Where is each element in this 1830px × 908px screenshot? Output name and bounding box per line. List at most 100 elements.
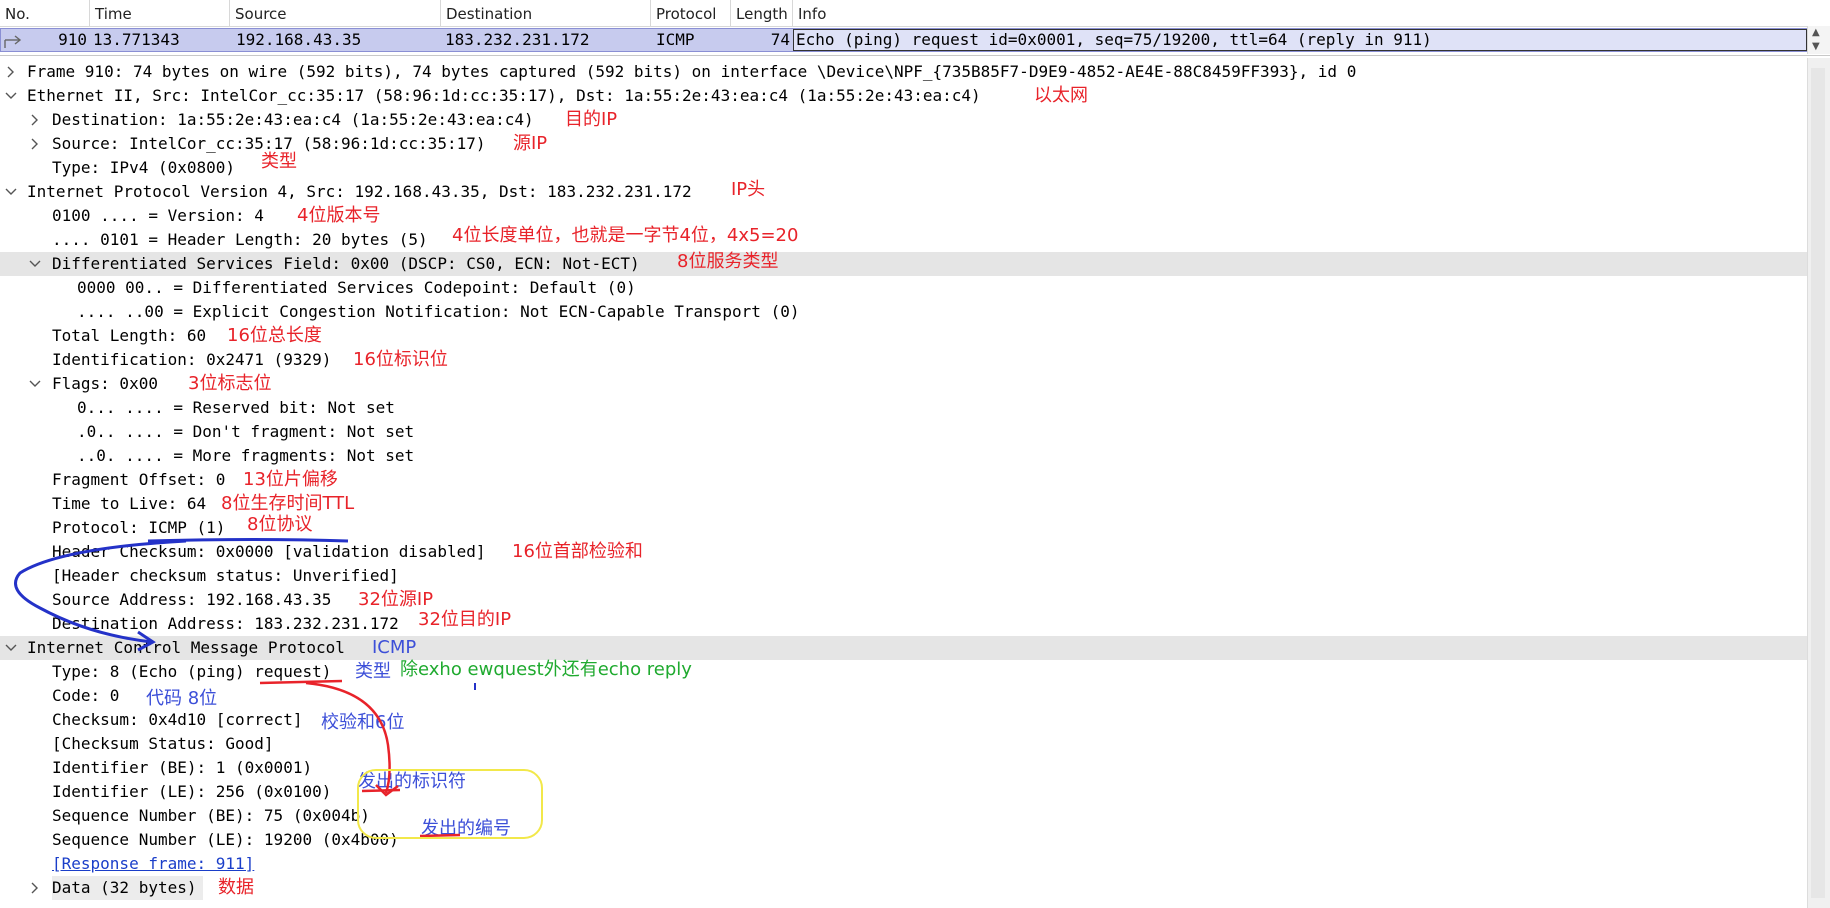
tree-item-icmp-id-be[interactable]: Identifier (BE): 1 (0x0001) 发出的标识符 [0,756,1808,792]
tree-item-ip-flags[interactable]: Flags: 0x00 3位标志位 [0,372,1808,396]
annotation-ip-proto: 8位协议 [247,514,313,535]
tree-item-ip-proto[interactable]: Protocol: ICMP (1) 8位协议 [0,514,1808,540]
annotation-icmp: ICMP [372,637,417,658]
packet-time: 13.771343 [93,30,180,49]
tree-label: Identification: 0x2471 (9329) [52,350,332,369]
tree-label: Source Address: 192.168.43.35 [52,590,332,609]
packet-info: Echo (ping) request id=0x0001, seq=75/19… [793,29,1807,51]
tree-label: .... 0101 = Header Length: 20 bytes (5) [52,230,428,249]
tree-item-icmp-checksum[interactable]: Checksum: 0x4d10 [correct] 校验和6位 [0,708,1808,733]
annotation-ipv4: IP头 [731,179,766,200]
annotation-eth-dst: 目的IP [565,109,618,130]
packet-details-tree: Frame 910: 74 bytes on wire (592 bits), … [0,58,1808,908]
tree-item-ethernet[interactable]: Ethernet II, Src: IntelCor_cc:35:17 (58:… [0,84,1808,108]
tree-label: Identifier (LE): 256 (0x0100) [52,782,332,801]
tree-item-ip-total-len[interactable]: Total Length: 60 16位总长度 [0,324,1808,348]
annotation-ethernet: 以太网 [1034,85,1088,106]
tree-item-ip-dscp[interactable]: 0000 00.. = Differentiated Services Code… [0,276,1808,300]
tree-item-icmp-id-le[interactable]: Identifier (LE): 256 (0x0100) [0,780,1808,804]
tree-label: Fragment Offset: 0 [52,470,226,489]
tree-label: Header Checksum: 0x0000 [validation disa… [52,542,486,561]
annotation-ip-dsfield: 8位服务类型 [677,251,779,272]
tree-label: 0... .... = Reserved bit: Not set [77,398,395,417]
packet-list-header: No. Time Source Destination Protocol Len… [0,0,1830,27]
tree-item-frame[interactable]: Frame 910: 74 bytes on wire (592 bits), … [0,60,1808,84]
tree-item-ip-flag-rb[interactable]: 0... .... = Reserved bit: Not set [0,396,1808,420]
tree-label: Type: IPv4 (0x0800) [52,158,236,177]
tree-item-eth-dst[interactable]: Destination: 1a:55:2e:43:ea:c4 (1a:55:2e… [0,108,1808,132]
tree-label: Differentiated Services Field: 0x00 (DSC… [52,254,640,273]
col-header-info[interactable]: Info [793,0,1808,26]
packet-no: 910 [58,30,87,49]
expand-arrow-icon[interactable] [28,881,42,895]
tree-label: Identifier (BE): 1 (0x0001) [52,758,313,777]
tree-item-ip-hlen[interactable]: .... 0101 = Header Length: 20 bytes (5) … [0,225,1808,252]
expand-arrow-icon[interactable] [4,65,18,79]
tree-label: .... ..00 = Explicit Congestion Notifica… [77,302,800,321]
tree-label: Destination Address: 183.232.231.172 [52,614,399,633]
annotation-ip-checksum: 16位首部检验和 [512,541,643,562]
col-header-destination[interactable]: Destination [441,0,651,26]
tree-item-ip-checksum-status[interactable]: [Header checksum status: Unverified] [0,564,1808,588]
details-scrollbar[interactable] [1807,58,1830,908]
annotation-eth-type: 类型 [261,151,297,172]
response-frame-link[interactable]: [Response frame: 911] [52,852,254,876]
tree-item-icmp-type[interactable]: Type: 8 (Echo (ping) request) 类型 除exho e… [0,659,1808,684]
collapse-arrow-icon[interactable] [28,377,42,391]
annotation-ip-flags: 3位标志位 [188,373,272,394]
tree-label: 0000 00.. = Differentiated Services Code… [77,278,636,297]
collapse-arrow-icon[interactable] [28,257,42,271]
tree-item-icmp-checksum-status[interactable]: [Checksum Status: Good] [0,732,1808,756]
tree-label: ..0. .... = More fragments: Not set [77,446,415,465]
tree-item-ipv4[interactable]: Internet Protocol Version 4, Src: 192.16… [0,179,1808,204]
tree-item-ip-frag[interactable]: Fragment Offset: 0 13位片偏移 [0,468,1808,492]
tree-item-icmp-response[interactable]: [Response frame: 911] [0,852,1808,876]
annotation-eth-src: 源IP [513,133,548,154]
annotation-ip-dst: 32位目的IP [418,609,512,630]
annotation-icmp-type-note: 除exho ewquest外还有echo reply [400,659,692,680]
tree-item-ip-version[interactable]: 0100 .... = Version: 4 4位版本号 [0,204,1808,228]
tree-label: Flags: 0x00 [52,374,158,393]
col-header-protocol[interactable]: Protocol [651,0,731,26]
tree-item-ip-ecn[interactable]: .... ..00 = Explicit Congestion Notifica… [0,300,1808,324]
scrollbar-thumb[interactable] [1811,68,1825,898]
expand-arrow-icon[interactable] [28,113,42,127]
col-header-length[interactable]: Length [731,0,793,26]
tree-label: Ethernet II, Src: IntelCor_cc:35:17 (58:… [27,86,981,105]
tree-item-icmp[interactable]: Internet Control Message Protocol ICMP [0,636,1808,660]
tree-item-icmp-seq-le[interactable]: Sequence Number (LE): 19200 (0x4b00) [0,828,1808,852]
collapse-arrow-icon[interactable] [4,641,18,655]
tree-item-ip-dsfield[interactable]: Differentiated Services Field: 0x00 (DSC… [0,251,1808,276]
packet-destination: 183.232.231.172 [445,30,590,49]
tree-item-icmp-seq-be[interactable]: Sequence Number (BE): 75 (0x004b) 发出的编号 [0,804,1808,839]
tree-label: Frame 910: 74 bytes on wire (592 bits), … [27,62,1357,81]
packet-list-scrollbar[interactable]: ▲ ▼ [1807,26,1830,54]
col-header-source[interactable]: Source [230,0,441,26]
annotation-icmp-type: 类型 [355,661,391,682]
tree-item-ip-flag-df[interactable]: .0.. .... = Don't fragment: Not set [0,420,1808,444]
col-header-no[interactable]: No. [0,0,90,26]
packet-protocol: ICMP [656,30,695,49]
scroll-up-icon[interactable]: ▲ [1812,27,1820,38]
tree-item-icmp-code[interactable]: Code: 0 代码 8位 [0,684,1808,709]
packet-list: No. Time Source Destination Protocol Len… [0,0,1830,56]
tree-label: Time to Live: 64 [52,494,207,513]
collapse-arrow-icon[interactable] [4,89,18,103]
expand-arrow-icon[interactable] [28,137,42,151]
tree-item-eth-type[interactable]: Type: IPv4 (0x0800) 类型 [0,151,1808,180]
scroll-down-icon[interactable]: ▼ [1812,41,1820,52]
annotation-ip-frag: 13位片偏移 [243,469,338,490]
collapse-arrow-icon[interactable] [4,185,18,199]
tree-item-ip-checksum[interactable]: Header Checksum: 0x0000 [validation disa… [0,540,1808,564]
tree-item-ip-flag-mf[interactable]: ..0. .... = More fragments: Not set [0,444,1808,468]
tree-label: Protocol: ICMP (1) [52,518,226,537]
tree-item-ip-dst[interactable]: Destination Address: 183.232.231.172 32位… [0,609,1808,636]
tree-item-data[interactable]: Data (32 bytes) 数据 [0,876,1790,900]
col-header-time[interactable]: Time [90,0,230,26]
tree-item-ip-src[interactable]: Source Address: 192.168.43.35 32位源IP [0,588,1808,612]
tree-item-ip-id[interactable]: Identification: 0x2471 (9329) 16位标识位 [0,348,1808,372]
packet-row-selected[interactable]: 910 13.771343 192.168.43.35 183.232.231.… [0,28,1808,52]
packet-source: 192.168.43.35 [236,30,362,49]
annotation-ip-hlen: 4位长度单位，也就是一字节4位，4x5=20 [452,225,799,246]
packet-length: 74 [770,30,790,49]
